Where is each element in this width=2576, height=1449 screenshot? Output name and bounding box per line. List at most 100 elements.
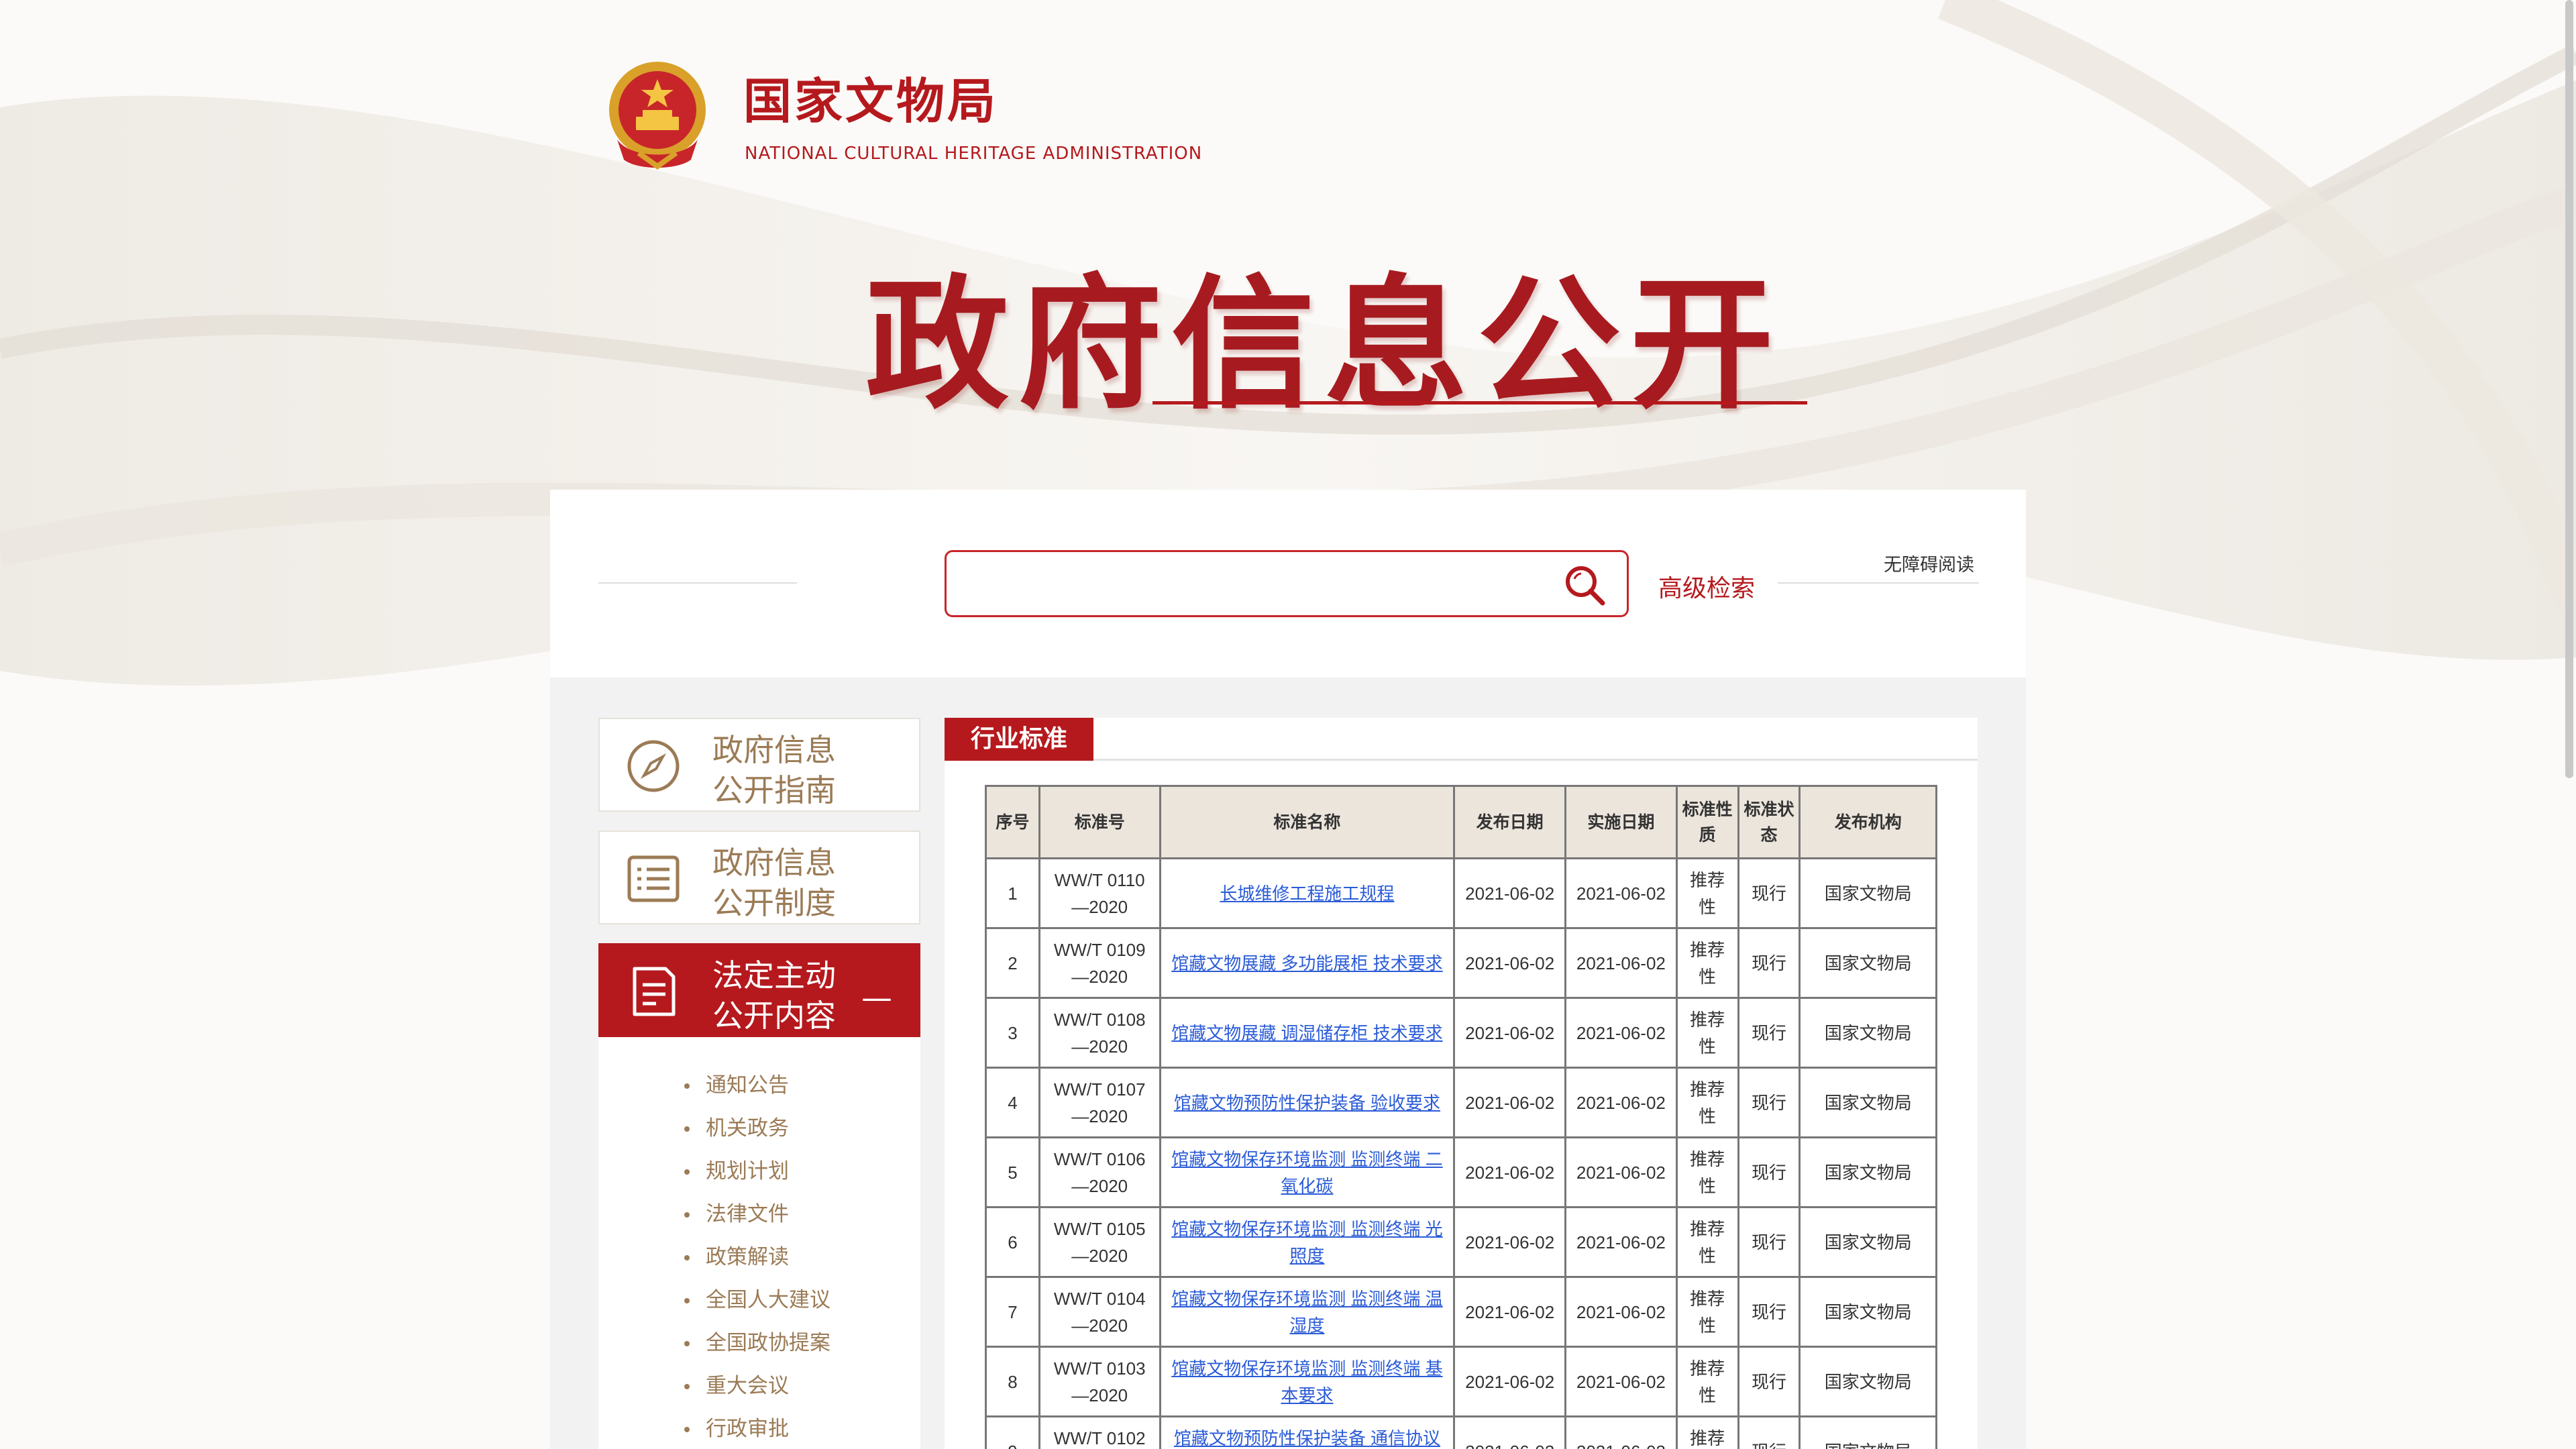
cell-org: 国家文物局 (1799, 997, 1937, 1069)
site-logo-english: NATIONAL CULTURAL HERITAGE ADMINISTRATIO… (745, 144, 1203, 164)
cell-status: 现行 (1737, 1276, 1801, 1348)
cell-status: 现行 (1737, 1067, 1801, 1138)
national-emblem-icon (609, 62, 706, 170)
cell-name: 长城维修工程施工规程 (1159, 857, 1456, 929)
sidebar-subitem[interactable]: 机关政务 (598, 1107, 920, 1150)
cell-org: 国家文物局 (1799, 1136, 1937, 1208)
standards-table: 序号 标准号 标准名称 发布日期 实施日期 标准性质 标准状态 发布机构 1 W… (985, 785, 1937, 1449)
column-header: 标准状态 (1737, 785, 1801, 859)
sidebar-item-statutory[interactable]: 法定主动 公开内容 — (598, 943, 920, 1037)
cell-nature: 推荐性 (1675, 1067, 1739, 1138)
cell-code: WW/T 0106—2020 (1038, 1136, 1161, 1208)
main-card: 高级检索 无障碍阅读 政府信息 公开指南 政府信息 公开制度 法定主动 公开内容… (550, 490, 2026, 1449)
sidebar-subitem[interactable]: 全国人大建议 (598, 1279, 920, 1322)
standard-name-link[interactable]: 馆藏文物展藏 调湿储存柜 技术要求 (1171, 1023, 1442, 1043)
accessible-reading-link[interactable]: 无障碍阅读 (1884, 550, 1974, 576)
cell-pub-date: 2021-06-02 (1453, 927, 1567, 999)
sidebar-item-label: 法定主动 公开内容 (712, 957, 836, 1034)
search-icon[interactable] (1562, 563, 1607, 607)
search-bar: 高级检索 无障碍阅读 (550, 490, 2026, 678)
sidebar-item-label: 政府信息 公开制度 (712, 845, 836, 921)
cell-impl-date: 2021-06-02 (1564, 1346, 1678, 1417)
sidebar-subitem[interactable]: 全国政协提案 (598, 1322, 920, 1364)
page-title: 政府信息公开 (865, 260, 1783, 429)
table-row: 9 WW/T 0102—2020 馆藏文物预防性保护装备 通信协议一 2021-… (985, 1415, 1937, 1449)
cell-name: 馆藏文物展藏 多功能展柜 技术要求 (1159, 927, 1456, 999)
cell-pub-date: 2021-06-02 (1453, 1276, 1567, 1348)
cell-status: 现行 (1737, 857, 1801, 929)
cell-pub-date: 2021-06-02 (1453, 1415, 1567, 1449)
advanced-search-link[interactable]: 高级检索 (1658, 569, 1755, 604)
standards-table-wrapper: 序号 标准号 标准名称 发布日期 实施日期 标准性质 标准状态 发布机构 1 W… (985, 785, 1937, 1449)
cell-impl-date: 2021-06-02 (1564, 1415, 1678, 1449)
table-row: 8 WW/T 0103—2020 馆藏文物保存环境监测 监测终端 基本要求 20… (985, 1346, 1937, 1417)
sidebar-subitem[interactable]: 法律文件 (598, 1193, 920, 1236)
table-row: 3 WW/T 0108—2020 馆藏文物展藏 调湿储存柜 技术要求 2021-… (985, 997, 1937, 1069)
cell-pub-date: 2021-06-02 (1453, 997, 1567, 1069)
cell-code: WW/T 0110—2020 (1038, 857, 1161, 929)
sidebar-subitem[interactable]: 规划计划 (598, 1150, 920, 1193)
cell-status: 现行 (1737, 997, 1801, 1069)
standard-name-link[interactable]: 馆藏文物保存环境监测 监测终端 光照度 (1171, 1219, 1442, 1266)
search-input[interactable] (960, 561, 1550, 606)
sidebar-sublist: 通知公告 机关政务 规划计划 法律文件 政策解读 全国人大建议 全国政协提案 重… (598, 1037, 920, 1449)
cell-pub-date: 2021-06-02 (1453, 857, 1567, 929)
cell-impl-date: 2021-06-02 (1564, 857, 1678, 929)
cell-nature: 推荐性 (1675, 1136, 1739, 1208)
cell-code: WW/T 0102—2020 (1038, 1415, 1161, 1449)
table-header-row: 序号 标准号 标准名称 发布日期 实施日期 标准性质 标准状态 发布机构 (985, 785, 1937, 859)
scrollbar-thumb[interactable] (2565, 0, 2573, 778)
cell-impl-date: 2021-06-02 (1564, 1206, 1678, 1278)
title-underline (1152, 401, 1807, 405)
standard-name-link[interactable]: 馆藏文物预防性保护装备 验收要求 (1174, 1093, 1440, 1113)
column-header: 标准名称 (1159, 785, 1456, 859)
standard-name-link[interactable]: 长城维修工程施工规程 (1220, 883, 1394, 904)
cell-pub-date: 2021-06-02 (1453, 1067, 1567, 1138)
cell-no: 7 (985, 1276, 1040, 1348)
cell-code: WW/T 0103—2020 (1038, 1346, 1161, 1417)
cell-code: WW/T 0104—2020 (1038, 1276, 1161, 1348)
tab-industry-standards[interactable]: 行业标准 (945, 718, 1093, 761)
column-header: 标准号 (1038, 785, 1161, 859)
standard-name-link[interactable]: 馆藏文物保存环境监测 监测终端 二氧化碳 (1171, 1149, 1442, 1196)
cell-status: 现行 (1737, 927, 1801, 999)
cell-no: 5 (985, 1136, 1040, 1208)
sidebar: 政府信息 公开指南 政府信息 公开制度 法定主动 公开内容 — 通知公告 机关政… (598, 718, 920, 1449)
sidebar-item-guide[interactable]: 政府信息 公开指南 (598, 718, 920, 812)
cell-org: 国家文物局 (1799, 1276, 1937, 1348)
cell-name: 馆藏文物展藏 调湿储存柜 技术要求 (1159, 997, 1456, 1069)
cell-nature: 推荐性 (1675, 1276, 1739, 1348)
collapse-toggle[interactable]: — (861, 979, 892, 1016)
cell-impl-date: 2021-06-02 (1564, 1276, 1678, 1348)
column-header: 实施日期 (1564, 785, 1678, 859)
table-row: 6 WW/T 0105—2020 馆藏文物保存环境监测 监测终端 光照度 202… (985, 1206, 1937, 1278)
cell-org: 国家文物局 (1799, 1067, 1937, 1138)
sidebar-item-system[interactable]: 政府信息 公开制度 (598, 830, 920, 924)
sidebar-subitem[interactable]: 通知公告 (598, 1064, 920, 1107)
cell-code: WW/T 0107—2020 (1038, 1067, 1161, 1138)
cell-name: 馆藏文物保存环境监测 监测终端 温湿度 (1159, 1276, 1456, 1348)
column-header: 标准性质 (1675, 785, 1739, 859)
cell-org: 国家文物局 (1799, 857, 1937, 929)
cell-code: WW/T 0105—2020 (1038, 1206, 1161, 1278)
cell-impl-date: 2021-06-02 (1564, 1136, 1678, 1208)
divider-right (1778, 582, 1979, 584)
standard-name-link[interactable]: 馆藏文物展藏 多功能展柜 技术要求 (1171, 953, 1442, 973)
standard-name-link[interactable]: 馆藏文物保存环境监测 监测终端 基本要求 (1171, 1358, 1442, 1405)
sidebar-subitem[interactable]: 政策解读 (598, 1236, 920, 1279)
table-row: 2 WW/T 0109—2020 馆藏文物展藏 多功能展柜 技术要求 2021-… (985, 927, 1937, 999)
cell-org: 国家文物局 (1799, 927, 1937, 999)
cell-nature: 推荐性 (1675, 1346, 1739, 1417)
sidebar-subitem[interactable]: 重大会议 (598, 1364, 920, 1407)
cell-name: 馆藏文物保存环境监测 监测终端 二氧化碳 (1159, 1136, 1456, 1208)
cell-name: 馆藏文物预防性保护装备 通信协议一 (1159, 1415, 1456, 1449)
cell-name: 馆藏文物预防性保护装备 验收要求 (1159, 1067, 1456, 1138)
sidebar-subitem[interactable]: 行政审批 (598, 1407, 920, 1449)
cell-name: 馆藏文物保存环境监测 监测终端 基本要求 (1159, 1346, 1456, 1417)
site-logo-chinese[interactable]: 国家文物局 (743, 62, 998, 132)
standard-name-link[interactable]: 馆藏文物保存环境监测 监测终端 温湿度 (1171, 1289, 1442, 1336)
standard-name-link[interactable]: 馆藏文物预防性保护装备 通信协议一 (1174, 1428, 1440, 1449)
cell-no: 8 (985, 1346, 1040, 1417)
cell-pub-date: 2021-06-02 (1453, 1206, 1567, 1278)
document-icon (633, 967, 676, 1016)
